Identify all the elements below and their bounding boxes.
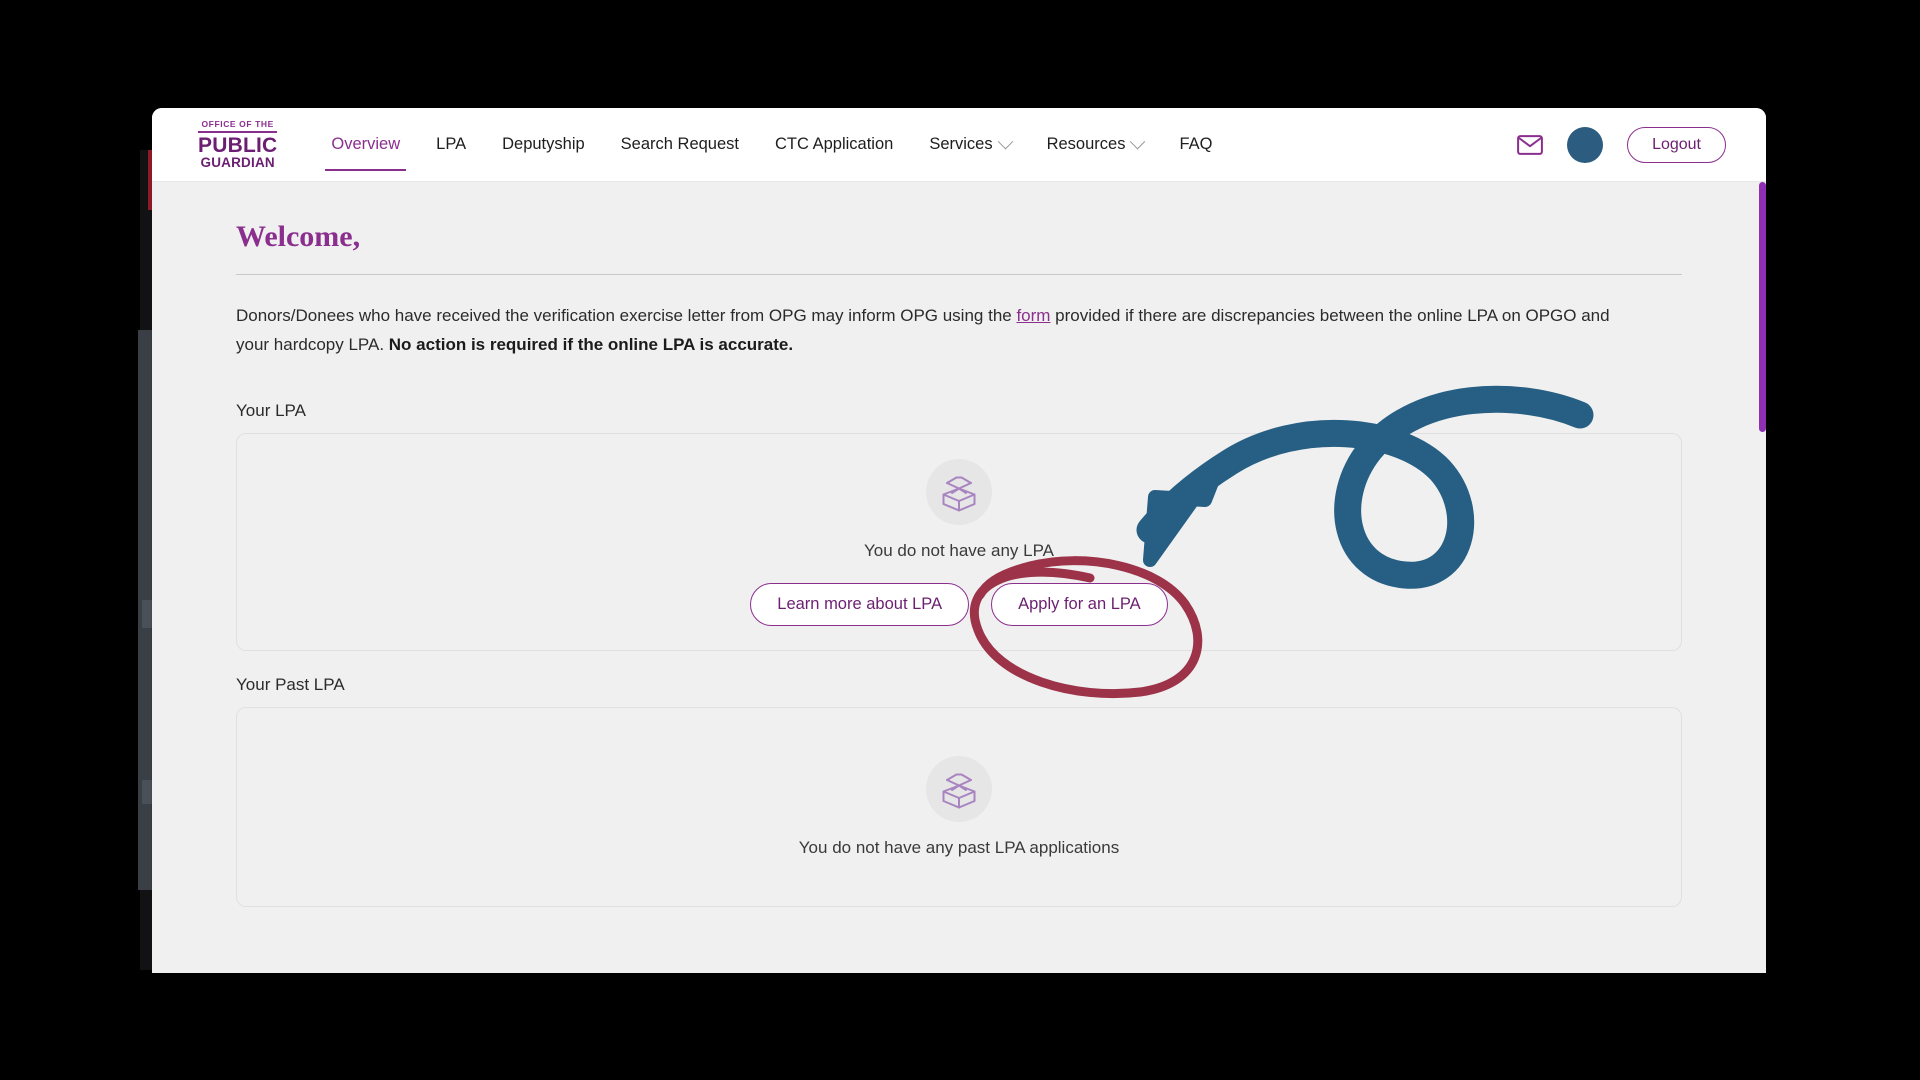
apply-for-an-lpa-button[interactable]: Apply for an LPA — [991, 582, 1168, 626]
open-box-icon-wrap — [926, 756, 992, 823]
browser-window: OFFICE OF THE PUBLIC GUARDIAN Overview L… — [152, 108, 1766, 973]
nav-item-lpa[interactable]: LPA — [418, 108, 484, 181]
nav-item-overview[interactable]: Overview — [313, 108, 418, 181]
nav-item-search-request[interactable]: Search Request — [603, 108, 757, 181]
logo-line-2: PUBLIC — [198, 134, 278, 157]
main-nav: Overview LPA Deputyship Search Request C… — [313, 108, 1230, 181]
lpa-empty-message: You do not have any LPA — [864, 540, 1054, 560]
nav-right-group: Logout — [1517, 126, 1726, 163]
nav-label: CTC Application — [775, 135, 894, 153]
title-divider — [236, 274, 1682, 275]
learn-more-about-lpa-button[interactable]: Learn more about LPA — [750, 582, 970, 626]
page-content: Welcome, Donors/Donees who have received… — [152, 182, 1766, 973]
nav-label: Resources — [1046, 135, 1126, 153]
lpa-card-actions: Learn more about LPA Apply for an LPA — [750, 582, 1168, 626]
chevron-down-icon — [1130, 133, 1146, 150]
nav-item-ctc-application[interactable]: CTC Application — [757, 108, 911, 181]
page-title: Welcome, — [236, 220, 361, 253]
intro-paragraph: Donors/Donees who have received the veri… — [236, 301, 1616, 377]
screen: OFFICE OF THE PUBLIC GUARDIAN Overview L… — [0, 0, 1920, 1080]
nav-item-deputyship[interactable]: Deputyship — [484, 108, 603, 181]
open-box-icon — [942, 476, 976, 512]
past-lpa-empty-message: You do not have any past LPA application… — [798, 838, 1120, 858]
your-lpa-heading: Your LPA — [236, 401, 306, 421]
envelope-icon[interactable] — [1517, 134, 1543, 155]
nav-item-services[interactable]: Services — [911, 108, 1028, 181]
open-box-icon-wrap — [926, 458, 992, 525]
intro-bold-note: No action is required if the online LPA … — [388, 335, 794, 355]
nav-item-resources[interactable]: Resources — [1029, 108, 1162, 181]
nav-label: FAQ — [1179, 135, 1213, 153]
your-past-lpa-heading: Your Past LPA — [236, 675, 345, 695]
logo-rule — [198, 131, 278, 133]
vertical-scrollbar[interactable] — [1759, 182, 1766, 432]
nav-label: Services — [929, 135, 993, 153]
intro-text-part-1: Donors/Donees who have received the veri… — [236, 306, 1017, 325]
nav-item-faq[interactable]: FAQ — [1161, 108, 1230, 181]
opg-logo[interactable]: OFFICE OF THE PUBLIC GUARDIAN — [198, 118, 278, 170]
nav-label: Overview — [331, 135, 401, 153]
nav-label: LPA — [436, 135, 467, 153]
logo-line-3: GUARDIAN — [200, 155, 275, 170]
avatar[interactable] — [1567, 126, 1604, 163]
top-navigation-bar: OFFICE OF THE PUBLIC GUARDIAN Overview L… — [152, 108, 1766, 182]
your-lpa-card: You do not have any LPA Learn more about… — [236, 433, 1682, 652]
chevron-down-icon — [997, 133, 1013, 150]
open-box-icon — [942, 773, 976, 809]
logout-button[interactable]: Logout — [1627, 126, 1726, 163]
form-link[interactable]: form — [1016, 306, 1050, 325]
nav-label: Search Request — [620, 135, 739, 153]
logo-line-1: OFFICE OF THE — [201, 118, 274, 129]
your-past-lpa-card: You do not have any past LPA application… — [236, 707, 1682, 908]
nav-label: Deputyship — [502, 135, 585, 153]
